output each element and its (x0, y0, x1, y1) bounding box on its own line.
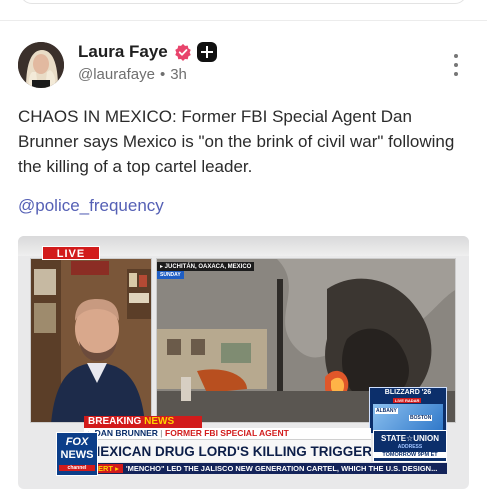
news-label: NEWS (144, 416, 175, 427)
live-label: LIVE (42, 246, 100, 260)
news-broadcast-frame: LIVE ▸ JUCHITÁN, OAXACA, MEXICO SUNDAY B… (24, 244, 458, 482)
location-tag: ▸ JUCHITÁN, OAXACA, MEXICO (157, 262, 255, 271)
more-options-icon[interactable] (450, 54, 462, 76)
weather-title: BLIZZARD '26 (384, 389, 432, 396)
location-sub-tag: SUNDAY (157, 271, 184, 279)
weather-subtitle: LIVE RADAR (393, 398, 422, 403)
speaker-role: FORMER FBI SPECIAL AGENT (165, 428, 289, 438)
previous-post-card (20, 0, 467, 4)
plus-badge-icon (196, 42, 217, 62)
promo-subtitle: ADDRESS (397, 444, 423, 450)
ticker-text: 'MENCHO" LED THE JALISCO NEW GENERATION … (125, 464, 438, 473)
logo-news-text: NEWS (60, 449, 94, 461)
speaker-name: ▸ DAN BRUNNER (88, 428, 158, 438)
promo-title: STATE☆UNION (381, 434, 439, 443)
author-handle[interactable]: @laurafaye (78, 66, 155, 83)
verified-icon (175, 43, 191, 61)
breaking-news-banner: BREAKING NEWS (84, 416, 202, 428)
post-divider (0, 20, 487, 21)
fox-news-logo: FOX NEWS channel (56, 432, 98, 476)
logo-fox-text: FOX (65, 436, 89, 448)
promo-time: TOMORROW 9PM ET (374, 452, 446, 458)
weather-city-label: ALBANY (375, 408, 398, 414)
mention-link[interactable]: @police_frequency (18, 196, 164, 216)
speaker-lower-third: ▸ DAN BRUNNER | FORMER FBI SPECIAL AGENT (84, 428, 371, 439)
weather-city-label: BOSTON (409, 415, 433, 421)
author-name[interactable]: Laura Faye (78, 42, 168, 62)
post-body: CHAOS IN MEXICO: Former FBI Special Agen… (18, 107, 455, 176)
news-ticker: ALERT ▸ 'MENCHO" LED THE JALISCO NEW GENE… (84, 463, 447, 474)
guest-video-panel (30, 258, 152, 423)
weather-promo: BLIZZARD '26 LIVE RADAR ALBANY BOSTON (369, 387, 447, 434)
post-media[interactable]: LIVE ▸ JUCHITÁN, OAXACA, MEXICO SUNDAY B… (18, 236, 469, 489)
breaking-label: BREAKING (88, 416, 142, 427)
avatar[interactable] (18, 42, 64, 88)
meta-separator: • (159, 66, 166, 83)
post-time: 3h (170, 66, 187, 83)
logo-channel-text: channel (59, 465, 95, 471)
state-of-union-promo: STATE☆UNION ADDRESS TOMORROW 9PM ET (373, 430, 447, 462)
chyron-headline: MEXICAN DRUG LORD'S KILLING TRIGGERS CHA… (84, 439, 371, 462)
speaker-separator: | (160, 428, 163, 438)
weather-map: ALBANY BOSTON (373, 404, 443, 432)
